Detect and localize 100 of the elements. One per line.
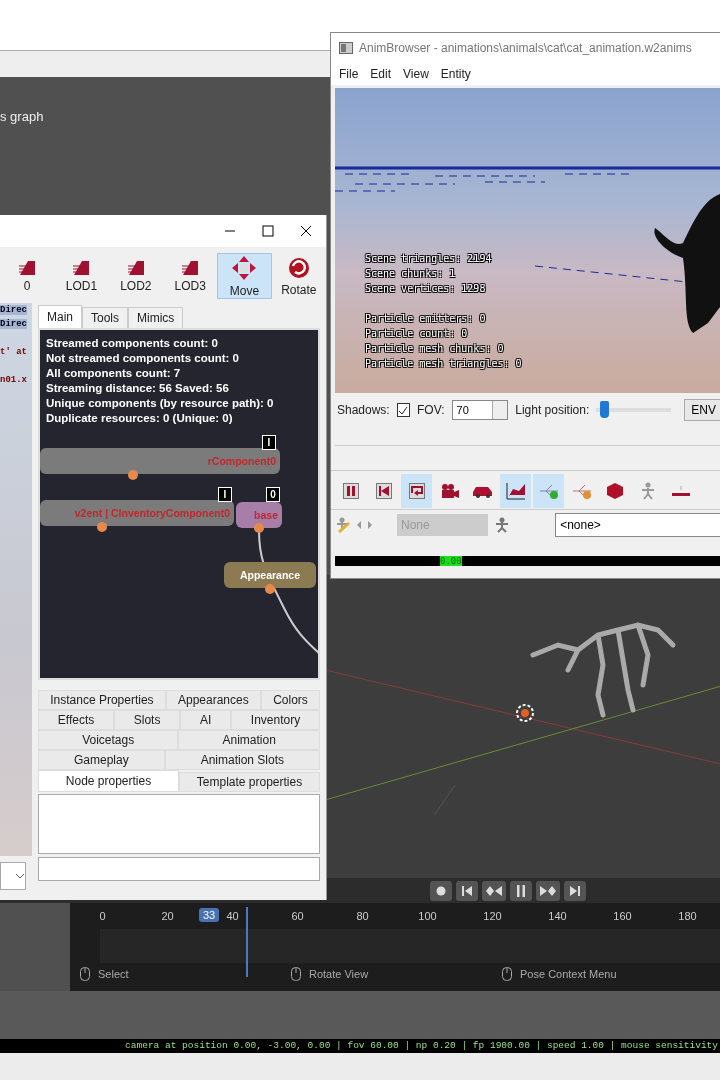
tab[interactable]: Slots [114,710,181,730]
toolbar-button[interactable]: LOD1 [54,253,109,299]
hint-label: Rotate View [309,968,369,980]
toolbar-button[interactable]: Rotate [271,253,326,299]
mouse-icon [80,967,90,981]
tab[interactable]: Appearances [165,690,261,710]
scene-stat: Scene chunks: 1 [365,267,457,281]
toolbar-button[interactable]: LOD2 [108,253,163,299]
frame-number: 60 [291,910,304,922]
tab[interactable]: Node properties [38,770,179,792]
viewport-label: n01.x [0,375,27,385]
light-position-label: Light position: [515,403,590,417]
tab[interactable]: Animation Slots [164,750,320,770]
figure-icon [639,482,656,500]
particle-stat: Particle mesh triangles: 0 [365,357,522,371]
next-key-button[interactable] [536,880,560,901]
name-field[interactable]: <none> [555,513,720,537]
ramp-icon [181,259,200,276]
prev-key-button[interactable] [482,880,506,901]
input-field[interactable] [38,857,320,881]
particle-stat: Particle mesh chunks: 0 [365,342,505,356]
origin-marker-icon [514,702,536,724]
jump-start-icon [462,885,472,896]
record-button[interactable] [430,880,452,901]
viewport-label: Direc [0,319,27,329]
tab[interactable]: Voicetags [38,730,179,750]
mouse-icon [291,967,301,981]
tab[interactable]: Template properties [179,772,320,792]
port-dot [128,470,138,480]
close-icon[interactable] [300,225,312,237]
loop-icon [408,483,425,499]
tab[interactable]: Gameplay [38,750,165,770]
tool-button[interactable] [500,474,531,508]
figure-icon[interactable] [494,517,510,533]
stats-line: All components count: 7 [46,366,181,381]
tab[interactable]: Mimics [128,307,184,328]
node-badge: I [262,435,276,450]
frame-number: 0 [99,910,106,922]
port-dot [265,584,275,594]
tab[interactable]: Inventory [231,710,320,730]
hint-label: Pose Context Menu [520,968,617,980]
node-remove-icon [570,482,593,500]
stats-line: Duplicate resources: 0 (Unique: 0) [46,411,233,426]
port-dot [97,522,107,532]
menu-item[interactable]: File [335,67,363,81]
tab[interactable]: Main [38,305,82,328]
window-icon [339,42,353,54]
playhead-line [246,907,248,977]
menu-item[interactable]: View [399,67,433,81]
ramp-icon [72,259,91,276]
graph-node[interactable]: Appearance [224,562,316,588]
toolbar-button[interactable]: LOD3 [163,253,218,299]
mouse-icon [502,967,512,981]
prev-keyframe-icon [486,885,502,896]
maximize-icon[interactable] [262,225,274,237]
fov-label: FOV: [416,403,445,417]
env-button[interactable]: ENV [684,399,720,421]
frame-number: 120 [483,910,502,922]
pause-icon [342,483,359,499]
tab[interactable]: AI [180,710,232,730]
toolbar-button[interactable]: Move [217,253,272,299]
jump-start-button[interactable] [456,880,478,901]
record-icon [436,885,446,896]
menu-item[interactable]: Edit [366,67,396,81]
frame-number: 180 [678,910,697,922]
underline-icon [670,485,691,497]
frame-number: 80 [356,910,369,922]
frame-number: 140 [548,910,567,922]
particle-stat: Particle emitters: 0 [365,312,487,326]
car-icon [471,484,494,498]
viewport-label: Direc [0,305,27,315]
cube-icon [605,482,624,500]
tab[interactable]: Effects [38,710,114,730]
tool-button[interactable] [401,474,432,508]
pause-button[interactable] [510,880,532,901]
chart-icon [504,481,527,501]
camera-status-text: camera at position 0.00, -3.00, 0.00 | fov 60.00 | np 0.20 | fp 1900.00 | speed 1.00 | mouse sensitivity [125,1039,718,1053]
tab[interactable]: Animation [178,730,320,750]
frame-number: 40 [226,910,239,922]
stats-line: Streamed components count: 0 [46,336,218,351]
slider-thumb[interactable] [599,401,609,418]
ramp-icon [18,259,37,276]
scene-stat: Scene vertices: 1298 [365,282,487,296]
tab[interactable]: Tools [82,307,129,328]
skip-start-icon [375,483,392,499]
panel-caption: s graph [0,109,44,124]
jump-end-button[interactable] [564,880,586,901]
shadows-checkbox[interactable] [396,403,410,417]
toolbar-button[interactable]: 0 [0,253,55,299]
tab[interactable]: Colors [260,690,320,710]
viewport-label: t' at [0,347,27,357]
next-keyframe-icon [540,885,556,896]
scene-stat: Scene triangles: 2194 [365,252,493,266]
fov-spinbox[interactable]: 70 [451,400,509,420]
menu-item[interactable]: Entity [436,67,475,81]
current-frame-badge: 33 [199,908,220,922]
tab[interactable]: Instance Properties [38,690,166,710]
frame-number: 20 [161,910,174,922]
node-badge: 0 [266,487,280,502]
window-title: AnimBrowser - animations\animals\cat\cat_animation.w2anims [359,41,692,55]
